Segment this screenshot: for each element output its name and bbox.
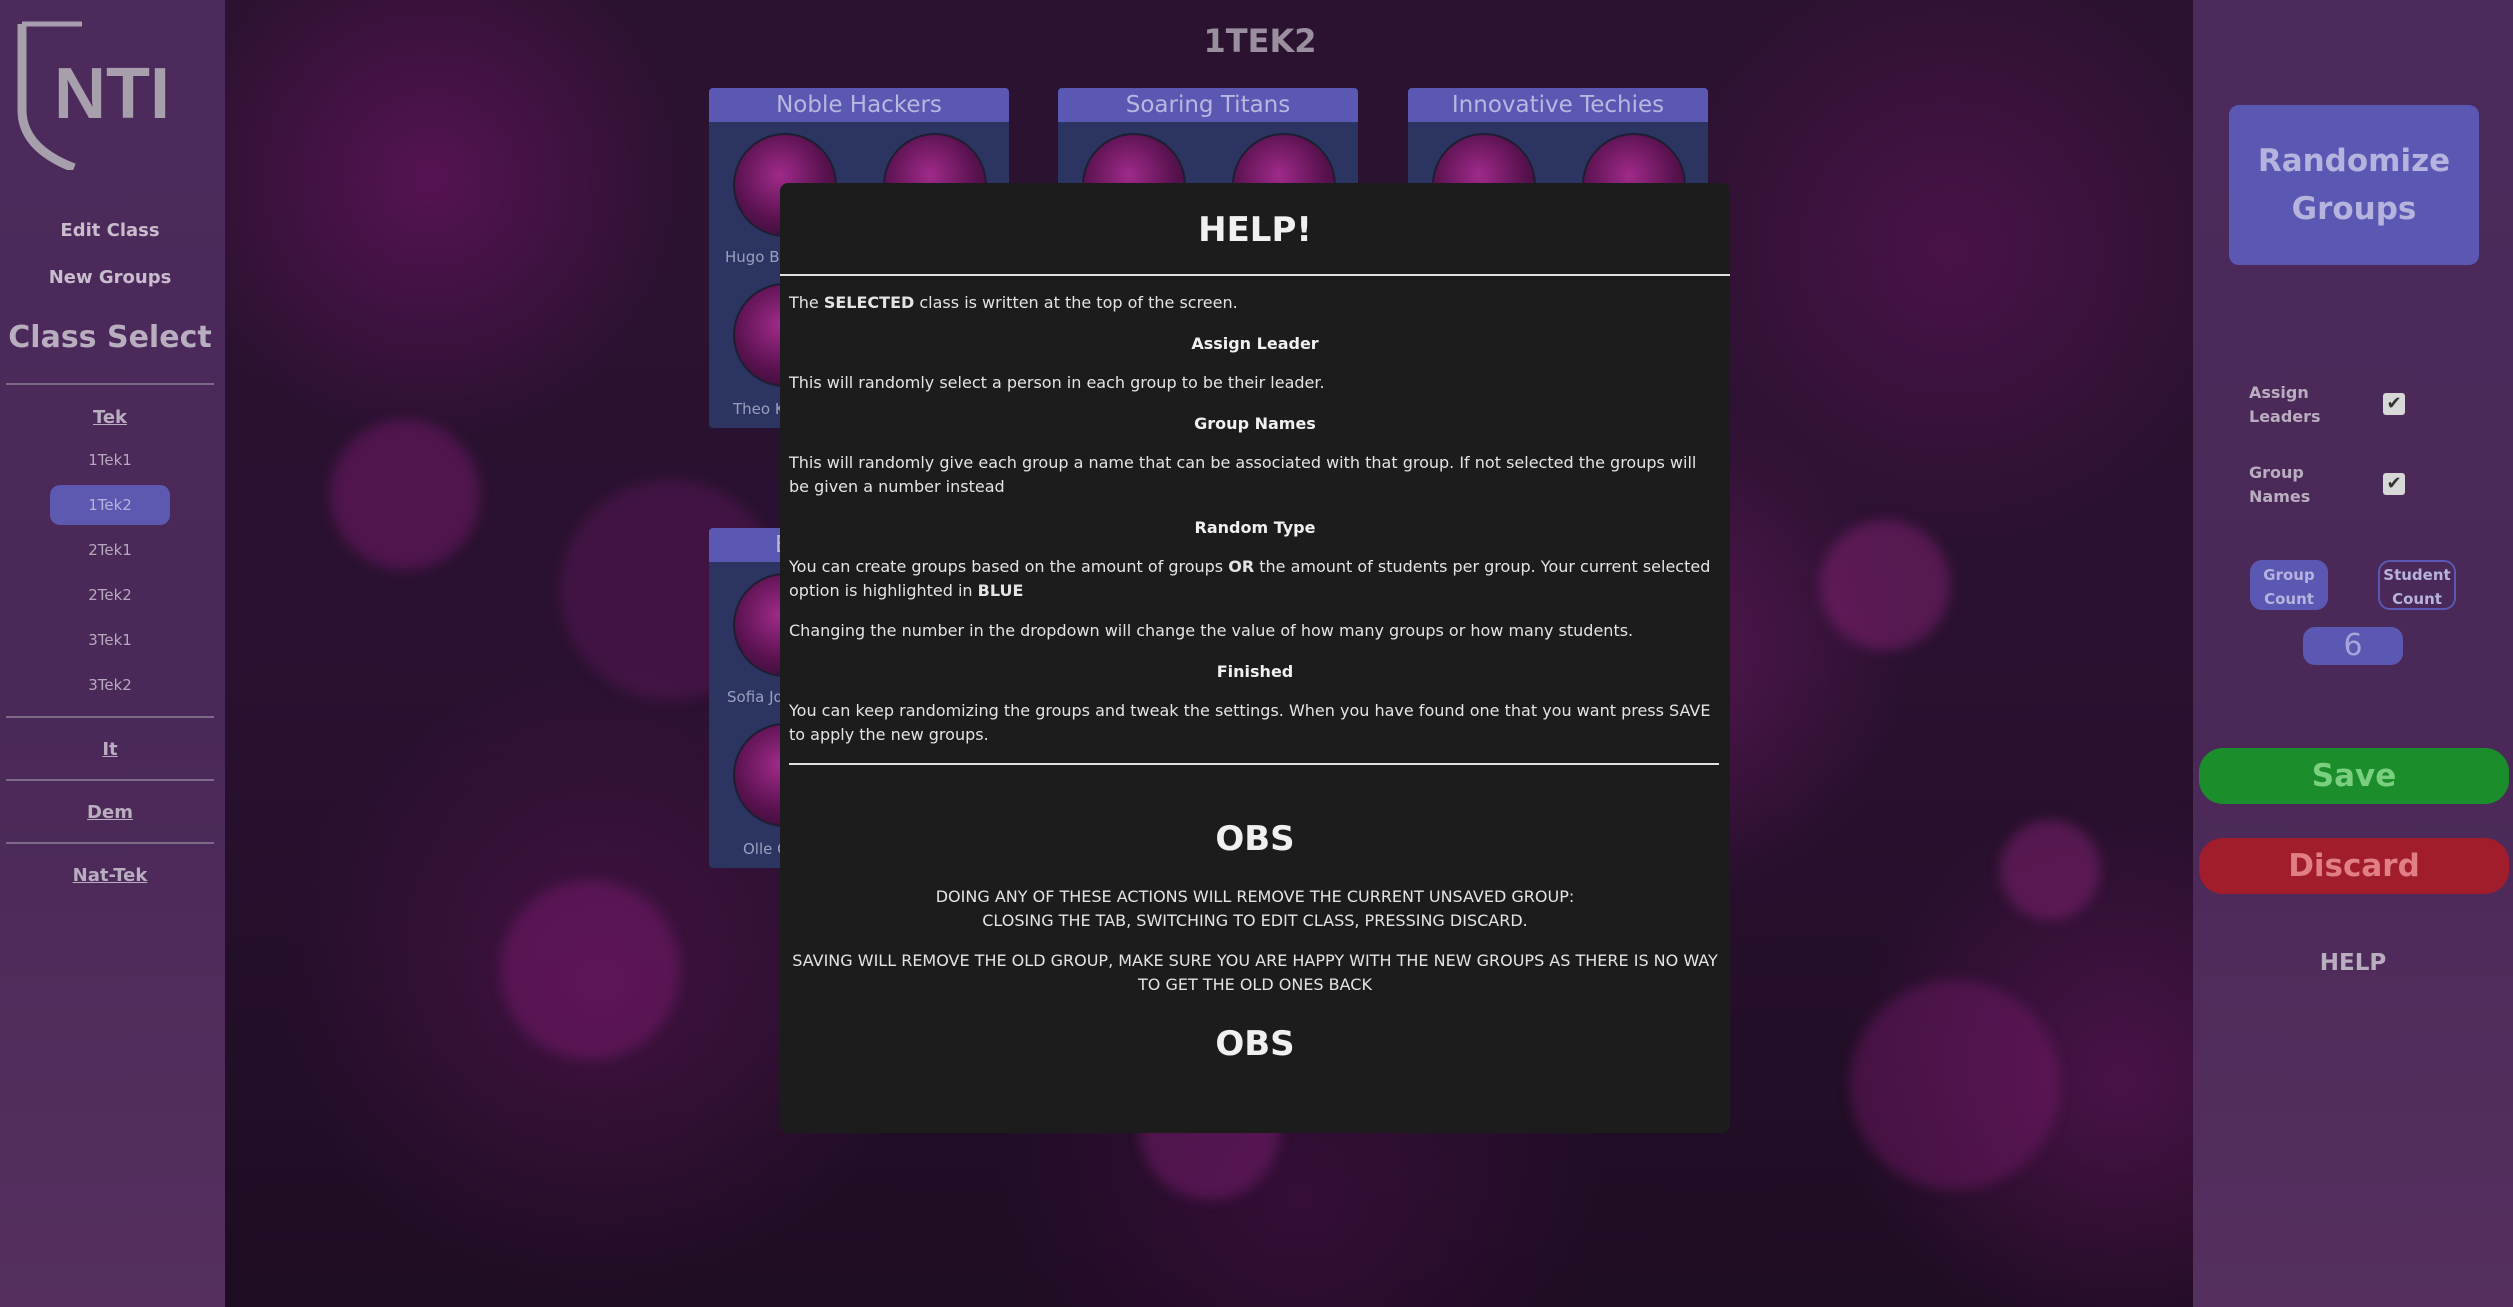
dropdown-text: Changing the number in the dropdown will… (789, 621, 1634, 640)
assign-leaders-checkbox[interactable]: ✔ (2383, 393, 2405, 415)
obs-footer: OBS (1215, 1024, 1295, 1064)
intro-text: The SELECTED class is written at the top… (789, 293, 1238, 312)
group-card: Innovative Techies (1408, 88, 1708, 188)
randomize-label: Randomize Groups (2257, 143, 2451, 227)
category-nat-tek[interactable]: Nat-Tek (0, 865, 220, 886)
logo-shield-icon: NTI (17, 21, 170, 173)
group-name: Noble Hackers (709, 88, 1009, 122)
class-item-2tek1[interactable]: 2Tek1 (50, 530, 170, 570)
divider (6, 383, 214, 385)
saving-warning: SAVING WILL REMOVE THE OLD GROUP, MAKE S… (792, 951, 1718, 994)
class-item-1tek1[interactable]: 1Tek1 (50, 440, 170, 480)
help-title: HELP! (1198, 210, 1312, 250)
selected-class-title: 1TEK2 (1203, 22, 1317, 60)
help-modal: HELP! The SELECTED class is written at t… (780, 183, 1730, 1133)
left-sidebar: NTI Edit Class New Groups Class Select T… (0, 0, 225, 1307)
divider (6, 842, 214, 844)
class-select-title: Class Select (8, 320, 212, 355)
divider (6, 716, 214, 718)
category-tek[interactable]: Tek (0, 407, 220, 428)
student-avatar (1232, 133, 1336, 188)
group-name: Soaring Titans (1058, 88, 1358, 122)
group-count-button[interactable]: Group Count (2250, 560, 2328, 610)
background-blob (330, 420, 480, 570)
help-button[interactable]: HELP (2193, 950, 2513, 976)
divider (780, 274, 1730, 276)
divider (789, 763, 1719, 765)
category-dem[interactable]: Dem (0, 802, 220, 823)
group-names-checkbox[interactable]: ✔ (2383, 473, 2405, 495)
nti-logo: NTI (16, 20, 191, 173)
discard-button[interactable]: Discard (2199, 838, 2509, 894)
background-blob (500, 880, 680, 1060)
background-blob (1850, 980, 2060, 1190)
right-sidebar: Randomize Groups Assign Leaders ✔ Group Nam… (2193, 0, 2513, 1307)
background-blob (2000, 820, 2100, 920)
edit-class-link[interactable]: Edit Class (0, 220, 220, 241)
student-avatar (1082, 133, 1186, 188)
assign-leader-heading: Assign Leader (1191, 334, 1319, 353)
group-names-text: This will randomly give each group a nam… (789, 453, 1697, 496)
warning-line-2: CLOSING THE TAB, SWITCHING TO EDIT CLASS… (982, 911, 1528, 930)
save-button[interactable]: Save (2199, 748, 2509, 804)
student-count-button[interactable]: Student Count (2378, 560, 2456, 610)
student-avatar (1432, 133, 1536, 188)
new-groups-link[interactable]: New Groups (0, 267, 220, 288)
student-avatar (1582, 133, 1686, 188)
assign-leader-text: This will randomly select a person in ea… (789, 373, 1325, 392)
svg-text:NTI: NTI (54, 54, 170, 134)
group-card: Soaring Titans (1058, 88, 1358, 188)
assign-leaders-label: Assign Leaders (2249, 383, 2321, 426)
class-item-3tek2[interactable]: 3Tek2 (50, 665, 170, 705)
randomize-groups-button[interactable]: Randomize Groups (2229, 105, 2479, 265)
finished-heading: Finished (1216, 662, 1294, 681)
student-name: Sofia Jo (727, 688, 783, 706)
warning-line-1: DOING ANY OF THESE ACTIONS WILL REMOVE T… (935, 887, 1575, 906)
background-blob (1820, 520, 1950, 650)
group-names-label: Group Names (2249, 463, 2311, 506)
random-type-heading: Random Type (1194, 518, 1316, 537)
random-type-text: You can create groups based on the amoun… (789, 557, 1711, 600)
class-item-3tek1[interactable]: 3Tek1 (50, 620, 170, 660)
class-item-2tek2[interactable]: 2Tek2 (50, 575, 170, 615)
count-dropdown[interactable]: 6 (2303, 627, 2403, 665)
divider (6, 779, 214, 781)
group-name: Innovative Techies (1408, 88, 1708, 122)
category-it[interactable]: It (0, 739, 220, 760)
class-item-1tek2[interactable]: 1Tek2 (50, 485, 170, 525)
finished-text: You can keep randomizing the groups and … (789, 701, 1711, 744)
student-name: Theo K (733, 400, 785, 418)
obs-title: OBS (1215, 819, 1295, 859)
group-names-heading: Group Names (1194, 414, 1316, 433)
